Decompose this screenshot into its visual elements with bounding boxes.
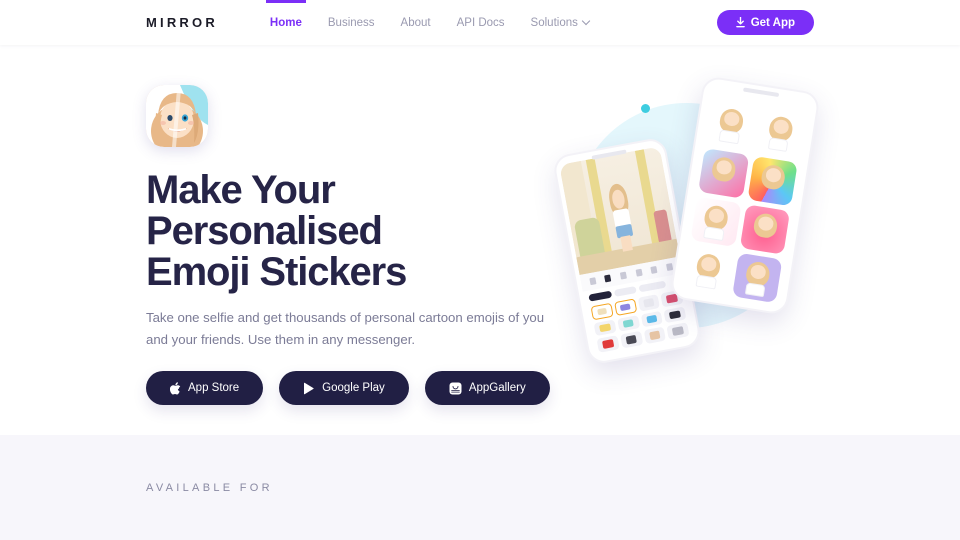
sticker-grid <box>676 84 814 308</box>
nav-item-about-label: About <box>400 16 431 29</box>
get-app-label: Get App <box>750 16 795 29</box>
available-for-section: AVAILABLE FOR <box>0 435 960 540</box>
get-app-button[interactable]: Get App <box>716 10 814 35</box>
store-button-row: App Store Google Play AppGallery <box>146 371 556 405</box>
nav-item-solutions-label: Solutions <box>530 16 578 29</box>
phone-mockups-illustration <box>551 73 842 403</box>
nav-item-business[interactable]: Business <box>315 0 388 45</box>
nav-item-business-label: Business <box>327 16 375 29</box>
headline-line-1: Make Your <box>146 168 336 212</box>
nav-item-api-docs[interactable]: API Docs <box>444 0 518 45</box>
nav-item-solutions[interactable]: Solutions <box>518 0 603 45</box>
headline-line-3: Emoji Stickers <box>146 250 407 294</box>
nav-item-about[interactable]: About <box>388 0 444 45</box>
nav-item-home[interactable]: Home <box>257 0 315 45</box>
appgallery-button[interactable]: AppGallery <box>424 371 550 405</box>
sticker-item <box>746 155 798 207</box>
sticker-item <box>683 244 734 296</box>
main-navigation: Home Business About API Docs Solutions <box>257 0 603 45</box>
nav-item-home-label: Home <box>269 16 302 29</box>
hero-subcopy: Take one selfie and get thousands of per… <box>146 310 545 347</box>
brand-logo[interactable]: MIRROR <box>146 15 218 30</box>
download-arrow-icon <box>735 17 745 28</box>
google-play-icon <box>303 382 315 395</box>
appgallery-label: AppGallery <box>468 382 526 394</box>
mirror-app-icon <box>146 85 208 147</box>
hero-content: Make Your Personalised Emoji Stickers Ta… <box>146 85 556 405</box>
app-store-button[interactable]: App Store <box>146 371 264 405</box>
decor-dot-cyan <box>641 104 650 113</box>
sticker-item <box>698 147 749 199</box>
hero-section: Make Your Personalised Emoji Stickers Ta… <box>0 45 960 435</box>
google-play-label: Google Play <box>322 382 385 394</box>
site-header: MIRROR Home Business About API Docs Solu… <box>0 0 960 45</box>
nav-item-api-docs-label: API Docs <box>456 16 505 29</box>
headline-line-2: Personalised <box>146 209 383 253</box>
avatar-room-scene <box>559 146 680 275</box>
apple-icon <box>170 381 181 395</box>
app-icon-artwork <box>146 85 208 147</box>
app-store-label: App Store <box>188 382 240 394</box>
google-play-button[interactable]: Google Play <box>279 371 409 405</box>
sticker-item <box>754 107 806 158</box>
page-title: Make Your Personalised Emoji Stickers <box>146 170 556 293</box>
appgallery-icon <box>449 382 462 395</box>
header-inner: MIRROR Home Business About API Docs Solu… <box>0 0 960 45</box>
sticker-item <box>706 99 757 150</box>
sticker-item <box>690 196 742 247</box>
chevron-down-icon <box>583 18 590 25</box>
sticker-item <box>739 204 790 255</box>
available-for-label: AVAILABLE FOR <box>146 481 273 494</box>
sticker-pack-screen <box>676 84 814 308</box>
sticker-item <box>731 252 783 303</box>
